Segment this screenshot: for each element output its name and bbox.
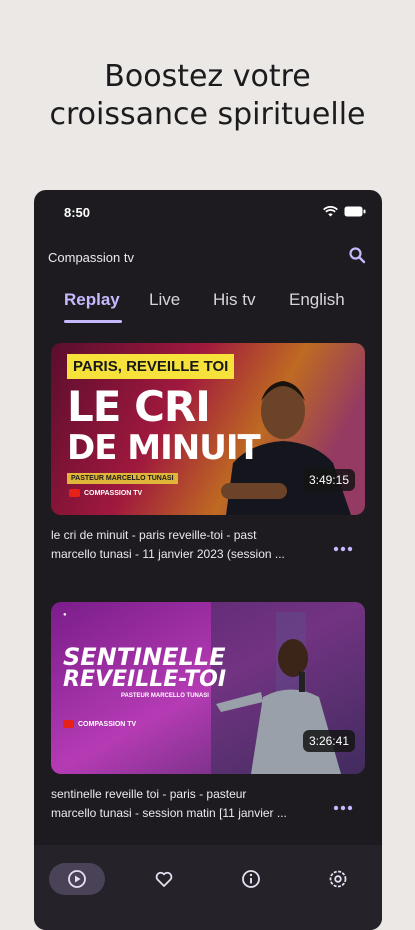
tab-live[interactable]: Live — [149, 290, 180, 310]
app-bar: Compassion tv — [34, 246, 382, 268]
promo-line-1: Boostez votre — [104, 59, 311, 94]
video-title-line-1: le cri de minuit - paris reveille-toi - … — [51, 528, 257, 542]
video-title[interactable]: sentinelle reveille toi - paris - pasteu… — [51, 785, 321, 823]
nav-settings[interactable] — [310, 863, 366, 895]
thumb-channel: COMPASSION TV — [69, 489, 142, 497]
video-title-line-1: sentinelle reveille toi - paris - pasteu… — [51, 787, 247, 801]
video-card: ● SENTINELLE REVEILLE-TOI PASTEUR MARCEL… — [51, 602, 365, 820]
thumb-logo: ● — [63, 612, 67, 618]
thumb-channel: COMPASSION TV — [63, 720, 136, 728]
thumb-channel-label: COMPASSION TV — [78, 720, 137, 728]
wifi-icon — [323, 206, 338, 217]
heart-icon — [155, 871, 173, 887]
status-icons — [323, 206, 366, 217]
more-options-icon[interactable] — [333, 798, 353, 816]
video-title[interactable]: le cri de minuit - paris reveille-toi - … — [51, 526, 321, 564]
video-card: PARIS, REVEILLE TOI LE CRI DE MINUIT PAS… — [51, 343, 365, 561]
settings-icon — [329, 870, 347, 888]
thumb-title-2: REVEILLE-TOI — [63, 667, 227, 692]
video-duration: 3:49:15 — [302, 469, 355, 491]
thumb-title-1: LE CRI — [67, 382, 211, 431]
tab-english[interactable]: English — [289, 290, 345, 310]
tab-his-tv[interactable]: His tv — [213, 290, 256, 310]
phone-screen: 8:50 Compassion tv Replay Live His tv En… — [34, 190, 382, 930]
video-title-line-2: marcello tunasi - 11 janvier 2023 (sessi… — [51, 547, 285, 561]
video-duration: 3:26:41 — [302, 730, 355, 752]
tab-bar: Replay Live His tv English — [34, 290, 382, 323]
thumb-name: PASTEUR MARCELLO TUNASI — [67, 473, 178, 484]
video-thumbnail[interactable]: PARIS, REVEILLE TOI LE CRI DE MINUIT PAS… — [51, 343, 365, 515]
status-time: 8:50 — [64, 205, 91, 220]
thumb-name: PASTEUR MARCELLO TUNASI — [121, 693, 209, 699]
play-circle-icon — [68, 870, 86, 888]
thumb-title-2: DE MINUIT — [67, 428, 261, 468]
thumb-banner: PARIS, REVEILLE TOI — [67, 354, 235, 379]
youtube-icon — [63, 720, 74, 728]
app-title: Compassion tv — [48, 250, 134, 265]
battery-icon — [344, 206, 366, 217]
promo-headline: Boostez votre croissance spirituelle — [0, 58, 415, 134]
tab-indicator — [64, 320, 122, 323]
promo-line-2: croissance spirituelle — [49, 97, 366, 132]
info-icon — [242, 870, 260, 888]
thumb-channel-label: COMPASSION TV — [84, 489, 143, 497]
video-title-line-2: marcello tunasi - session matin [11 janv… — [51, 806, 287, 820]
nav-replay[interactable] — [49, 863, 105, 895]
search-icon[interactable] — [348, 246, 366, 269]
nav-favorites[interactable] — [136, 863, 192, 895]
nav-info[interactable] — [223, 863, 279, 895]
tab-replay[interactable]: Replay — [64, 290, 120, 310]
video-thumbnail[interactable]: ● SENTINELLE REVEILLE-TOI PASTEUR MARCEL… — [51, 602, 365, 774]
youtube-icon — [69, 489, 80, 497]
status-bar: 8:50 — [34, 204, 382, 224]
more-options-icon[interactable] — [333, 539, 353, 557]
bottom-navigation — [34, 845, 382, 930]
